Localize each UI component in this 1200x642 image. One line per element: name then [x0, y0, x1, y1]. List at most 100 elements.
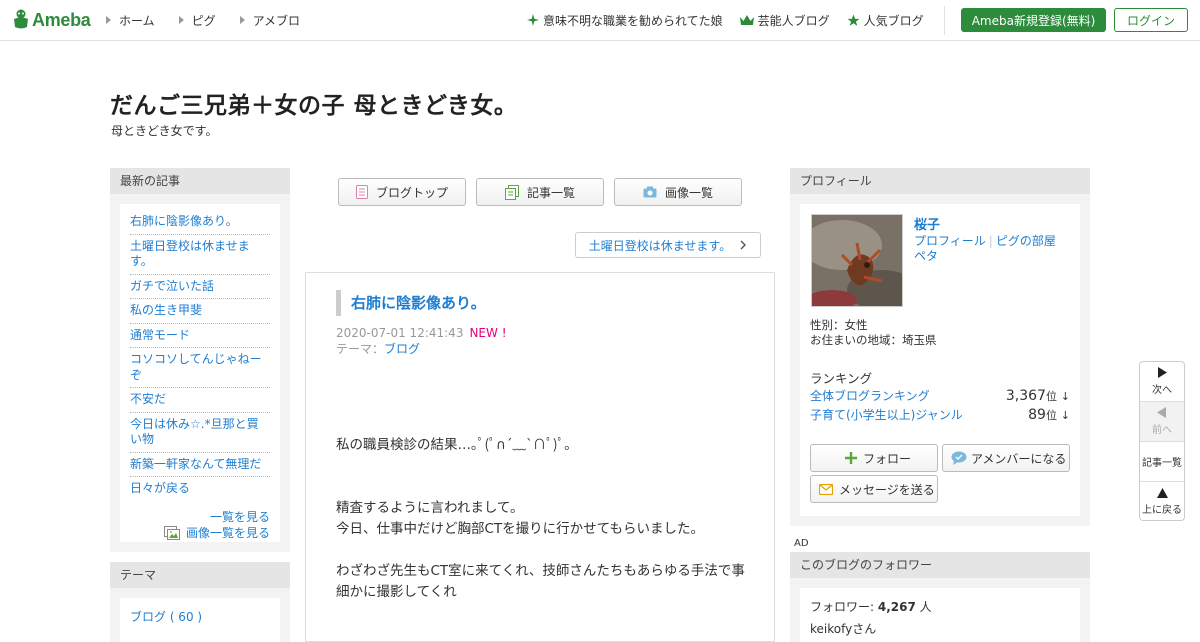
pager-list-label: 記事一覧: [1142, 458, 1182, 469]
article-link[interactable]: 不安だ: [130, 392, 166, 406]
ameba-logo-icon: [14, 9, 28, 29]
pager-prev-button[interactable]: 前へ: [1140, 402, 1184, 442]
tab-image-list-label: 画像一覧: [664, 185, 713, 200]
document-icon: [355, 185, 368, 199]
profile-link[interactable]: プロフィール: [914, 234, 986, 248]
star-icon: [847, 14, 860, 26]
tab-image-list[interactable]: 画像一覧: [614, 178, 742, 206]
followers-label: フォロワー:: [810, 600, 875, 614]
article-card: 右肺に陰影像あり。 2020-07-01 12:41:43 NEW ! テーマ：ブ…: [305, 272, 775, 642]
popular-blog-link[interactable]: 人気ブログ: [847, 12, 924, 29]
article-link[interactable]: ガチで泣いた話: [130, 279, 214, 293]
message-label: メッセージを送る: [839, 482, 935, 497]
list-item: 日々が戻る: [130, 477, 270, 501]
article-theme-link[interactable]: ブログ: [384, 342, 420, 356]
link-separator: |: [988, 234, 993, 248]
ameba-logo[interactable]: Ameba: [12, 8, 91, 32]
new-badge: NEW !: [469, 326, 507, 340]
blog-title[interactable]: だんご三兄弟＋女の子 母ときどき女。: [110, 86, 517, 120]
camera-icon: [643, 186, 657, 198]
pager-top-button[interactable]: 上に戻る: [1140, 482, 1184, 522]
message-button[interactable]: メッセージを送る: [810, 475, 938, 503]
celeb-blog-link[interactable]: 芸能人ブログ: [739, 12, 830, 29]
ranking-row: 全体ブログランキング 3,367位 ↓: [810, 387, 1070, 404]
see-images-link[interactable]: 画像一覧を見る: [186, 525, 270, 541]
tab-article-list-label: 記事一覧: [526, 185, 575, 200]
list-item: 通常モード: [130, 324, 270, 348]
tab-blog-top[interactable]: ブログトップ: [338, 178, 466, 206]
profile-info: 性別：女性 お住まいの地域：埼玉県: [810, 318, 937, 348]
article-paragraph: 精査するように言われまして。: [336, 500, 524, 516]
image-list-icon: [163, 525, 180, 540]
floating-pager: 次へ 前へ 記事一覧 上に戻る: [1139, 361, 1185, 521]
profile-name[interactable]: 桜子: [914, 214, 940, 233]
ad-label: AD: [794, 538, 809, 549]
nav-home[interactable]: ホーム: [106, 12, 155, 29]
amember-button[interactable]: アメンバーになる: [942, 444, 1070, 472]
nav-pig[interactable]: ピグ: [178, 12, 216, 29]
play-left-icon: [1157, 407, 1166, 418]
list-item: 不安だ: [130, 388, 270, 413]
featured-nav: 意味不明な職業を勧められてた娘 芸能人ブログ 人気ブログ: [527, 0, 941, 40]
login-button[interactable]: ログイン: [1114, 8, 1188, 32]
pig-room-link[interactable]: ピグの部屋: [996, 234, 1056, 248]
follow-button[interactable]: フォロー: [810, 444, 938, 472]
profile-avatar[interactable]: [811, 214, 903, 307]
nav-ameblo[interactable]: アメブロ: [239, 12, 300, 29]
profile-location: お住まいの地域：埼玉県: [810, 333, 937, 347]
tab-article-list[interactable]: 記事一覧: [476, 178, 604, 206]
play-right-icon: [1158, 367, 1167, 378]
next-post-label: 土曜日登校は休ませます。: [588, 238, 732, 253]
envelope-icon: [819, 483, 833, 495]
register-button[interactable]: Ameba新規登録(無料): [961, 8, 1106, 32]
peta-link[interactable]: ペタ: [914, 249, 938, 263]
article-link[interactable]: 通常モード: [130, 328, 190, 342]
list-item: ガチで泣いた話: [130, 275, 270, 299]
crown-icon: [739, 14, 754, 25]
triangle-icon: [106, 16, 111, 24]
next-post-button[interactable]: 土曜日登校は休ませます。: [575, 232, 761, 258]
popular-blog-label: 人気ブログ: [863, 13, 924, 28]
list-item: 今日は休み☆.*旦那と買い物: [130, 413, 270, 453]
theme-link-blog[interactable]: ブログ ( 60 ): [130, 610, 202, 624]
article-link[interactable]: 日々が戻る: [130, 481, 190, 495]
list-item: コソコソしてんじゃねーぞ: [130, 348, 270, 388]
article-link[interactable]: 土曜日登校は休ませます。: [130, 239, 250, 269]
ranking-unit: 位: [1045, 390, 1057, 403]
ranking-value: 89: [1028, 407, 1046, 423]
main-nav: ホーム ピグ アメブロ: [106, 0, 324, 40]
featured-link[interactable]: 意味不明な職業を勧められてた娘: [527, 12, 723, 29]
ranking-row: 子育て(小学生以上)ジャンル 89位 ↓: [810, 406, 1070, 423]
article-link[interactable]: 私の生き甲斐: [130, 303, 202, 317]
see-all-link[interactable]: 一覧を見る: [210, 509, 270, 525]
article-link[interactable]: 右肺に陰影像あり。: [130, 214, 238, 228]
list-item: 右肺に陰影像あり。: [130, 210, 270, 235]
celeb-blog-label: 芸能人ブログ: [757, 13, 830, 28]
header-divider: [944, 6, 945, 35]
article-link[interactable]: 今日は休み☆.*旦那と買い物: [130, 417, 259, 447]
pager-list-button[interactable]: 記事一覧: [1140, 442, 1184, 482]
article-meta: 2020-07-01 12:41:43 NEW ! テーマ：ブログ: [336, 325, 507, 357]
logo-text: Ameba: [32, 9, 91, 30]
article-link[interactable]: 新築一軒家なんて無理だ: [130, 457, 261, 471]
ranking-genre-link[interactable]: 子育て(小学生以上)ジャンル: [810, 406, 963, 423]
chevron-right-icon: [740, 240, 747, 250]
followers-heading: このブログのフォロワー: [790, 552, 1090, 578]
profile-links: プロフィール | ピグの部屋 ペタ: [914, 234, 1074, 264]
more-links: 一覧を見る 画像一覧を見る: [130, 509, 270, 541]
triangle-icon: [239, 16, 245, 24]
ranking-overall-link[interactable]: 全体ブログランキング: [810, 387, 930, 404]
pager-next-button[interactable]: 次へ: [1140, 362, 1184, 402]
latest-articles-heading: 最新の記事: [110, 168, 290, 194]
follower-user[interactable]: keikofyさん: [810, 620, 876, 637]
theme-box: テーマ ブログ ( 60 ): [110, 562, 290, 642]
down-arrow-icon: ↓: [1060, 390, 1070, 403]
top-bar: Ameba ホーム ピグ アメブロ 意味不明な職業を勧められてた娘 芸能人ブログ…: [0, 0, 1200, 41]
article-title[interactable]: 右肺に陰影像あり。: [336, 290, 486, 316]
ranking-unit: 位: [1045, 409, 1057, 422]
triangle-icon: [178, 16, 184, 24]
article-link[interactable]: コソコソしてんじゃねーぞ: [130, 352, 262, 382]
list-item: 新築一軒家なんて無理だ: [130, 453, 270, 477]
down-arrow-icon: ↓: [1060, 409, 1070, 422]
ranking-heading: ランキング: [810, 371, 873, 386]
